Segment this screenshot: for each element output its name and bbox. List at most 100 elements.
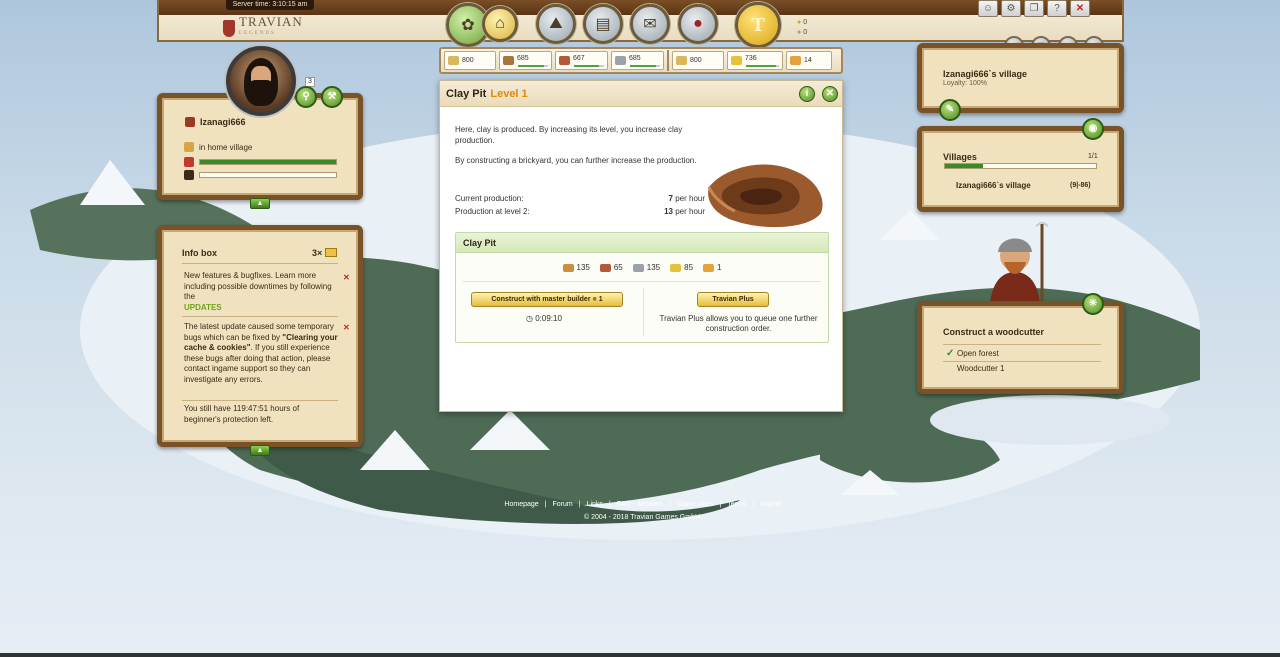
granary-value: 800 — [690, 57, 702, 64]
collapse-player-button[interactable]: ▲ — [250, 198, 270, 209]
infobox-item-protection: You still have 119:47:51 hours of beginn… — [184, 404, 338, 425]
wood-resource[interactable]: 685 — [499, 51, 552, 70]
health-bar — [199, 159, 337, 165]
home-icon — [184, 142, 194, 152]
pencil-icon: ✎ — [945, 104, 955, 115]
village-button[interactable]: ⌂ — [482, 6, 518, 42]
crop-consumption-icon — [703, 263, 715, 272]
logo-subtitle: LEGENDS — [239, 31, 276, 36]
village-name[interactable]: Izanagi666`s village — [943, 69, 1027, 79]
info-icon: i — [805, 88, 809, 99]
master-builder-label: Construct with master builder — [491, 296, 591, 303]
crop-consumption-cost: 1 — [703, 263, 721, 272]
logo-shield-icon — [223, 19, 235, 37]
travian-plus-description: Travian Plus allows you to queue one fur… — [659, 314, 818, 333]
experience-icon — [184, 170, 194, 180]
villages-count: 1/1 — [1088, 153, 1098, 160]
travian-plus-button[interactable]: Travian Plus — [697, 292, 769, 307]
footer-link-faq[interactable]: FAQ - Answers — [617, 501, 664, 508]
quest-divider — [943, 361, 1101, 362]
footer-link-links[interactable]: Links — [587, 501, 603, 508]
master-builder-button[interactable]: Construct with master builder ■ 1 — [471, 292, 623, 307]
silver-count: 0 — [803, 29, 808, 36]
server-time-label: Server time: — [232, 1, 271, 8]
crop-consumption[interactable]: 14 — [786, 51, 832, 70]
wood-cost-value: 135 — [576, 263, 590, 272]
iron-icon — [615, 56, 626, 65]
gold-shop-button[interactable]: T — [735, 2, 781, 48]
info-button[interactable]: i — [799, 86, 815, 102]
clay-icon — [599, 263, 611, 272]
statistics-icon: ▤ — [595, 16, 611, 33]
messages-button[interactable]: ● — [678, 4, 718, 44]
clay-pit-image — [707, 164, 823, 228]
dismiss-icon[interactable]: ✕ — [343, 323, 350, 332]
envelope-icon — [325, 248, 337, 257]
crop-icon — [731, 56, 742, 65]
player-name[interactable]: Izanagi666 — [200, 117, 246, 127]
footer-link-terms[interactable]: Terms — [727, 501, 746, 508]
building-level: Level 1 — [490, 87, 528, 100]
iron-resource[interactable]: 685 — [611, 51, 664, 70]
villages-overview-button[interactable]: ◉ — [1082, 118, 1104, 140]
infobox-item-updates: New features & bugfixes. Learn more incl… — [184, 271, 338, 313]
footer-copyright: © 2004 - 2018 Travian Games GmbH — [583, 514, 701, 521]
iron-bar — [630, 65, 660, 67]
warehouse-capacity[interactable]: 800 — [444, 51, 496, 70]
quest-hint-button[interactable]: ☀ — [1082, 293, 1104, 315]
dismiss-icon[interactable]: ✕ — [343, 273, 350, 282]
infobox-title: Info box — [182, 248, 217, 258]
edit-village-button[interactable]: ✎ — [939, 99, 961, 121]
villages-title: Villages — [943, 152, 977, 162]
duration-value: 0:09:10 — [535, 314, 562, 323]
updates-link[interactable]: UPDATES — [184, 303, 222, 312]
map-icon: ⛰ — [549, 15, 563, 32]
clay-icon — [559, 56, 570, 65]
gold-coin-icon: ● — [797, 19, 802, 26]
silver-coin-icon: ● — [797, 29, 802, 36]
close-button[interactable]: ✕ — [822, 86, 838, 102]
statistics-button[interactable]: ▤ — [583, 4, 623, 44]
profile-icon[interactable]: ☺ — [978, 0, 998, 17]
granary-icon — [676, 56, 687, 65]
quest-title[interactable]: Construct a woodcutter — [943, 327, 1044, 337]
village-coordinates: (9|-86) — [1070, 182, 1091, 189]
footer-link-imprint[interactable]: Imprint — [760, 501, 781, 508]
gold-icon: ■ — [592, 296, 597, 303]
reports-button[interactable]: ✉ — [630, 4, 670, 44]
footer-link-forum[interactable]: Forum — [553, 501, 573, 508]
wood-value: 685 — [517, 55, 529, 62]
current-production-value: 7 — [668, 194, 673, 203]
quest-divider — [943, 344, 1101, 345]
hero-button[interactable]: ⚒ — [321, 86, 343, 108]
tribe-icon — [185, 117, 195, 127]
resource-separator — [667, 50, 669, 71]
travian-plus-label: Travian Plus — [712, 296, 754, 303]
clay-cost-value: 65 — [613, 263, 623, 272]
adventure-button[interactable]: ⚲ — [295, 86, 317, 108]
next-production-label: Production at level 2: — [455, 207, 530, 216]
granary-capacity[interactable]: 800 — [672, 51, 724, 70]
footer-link-homepage[interactable]: Homepage — [504, 501, 538, 508]
hero-avatar[interactable] — [226, 46, 296, 116]
logout-icon[interactable]: ✕ — [1070, 0, 1090, 17]
villages-list-item[interactable]: Izanagi666`s village — [956, 181, 1031, 190]
clay-resource[interactable]: 667 — [555, 51, 608, 70]
collapse-infobox-button[interactable]: ▲ — [250, 445, 270, 456]
help-icon[interactable]: ❐ — [1024, 0, 1044, 17]
quest-master-character[interactable] — [982, 222, 1048, 304]
infobox-item-text: New features & bugfixes. Learn more incl… — [184, 271, 332, 301]
settings-icon[interactable]: ⚙ — [1001, 0, 1021, 17]
footer-link-game-rules[interactable]: Game rules — [677, 501, 713, 508]
resource-bar: 800 685 667 685 800 736 14 — [439, 47, 843, 74]
crop-cost: 85 — [670, 263, 693, 272]
travian-logo[interactable]: TRAVIAN LEGENDS — [223, 15, 303, 39]
server-time-value: 3:10:15 am — [272, 1, 308, 8]
map-button[interactable]: ⛰ — [536, 4, 576, 44]
crop-consumption-cost-value: 1 — [717, 263, 722, 272]
question-icon[interactable]: ? — [1047, 0, 1067, 17]
construction-duration: ◷ 0:09:10 — [526, 314, 562, 323]
next-production-value: 13 — [664, 207, 673, 216]
village-loyalty: Loyalty: 100% — [943, 80, 987, 87]
crop-resource[interactable]: 736 — [727, 51, 783, 70]
